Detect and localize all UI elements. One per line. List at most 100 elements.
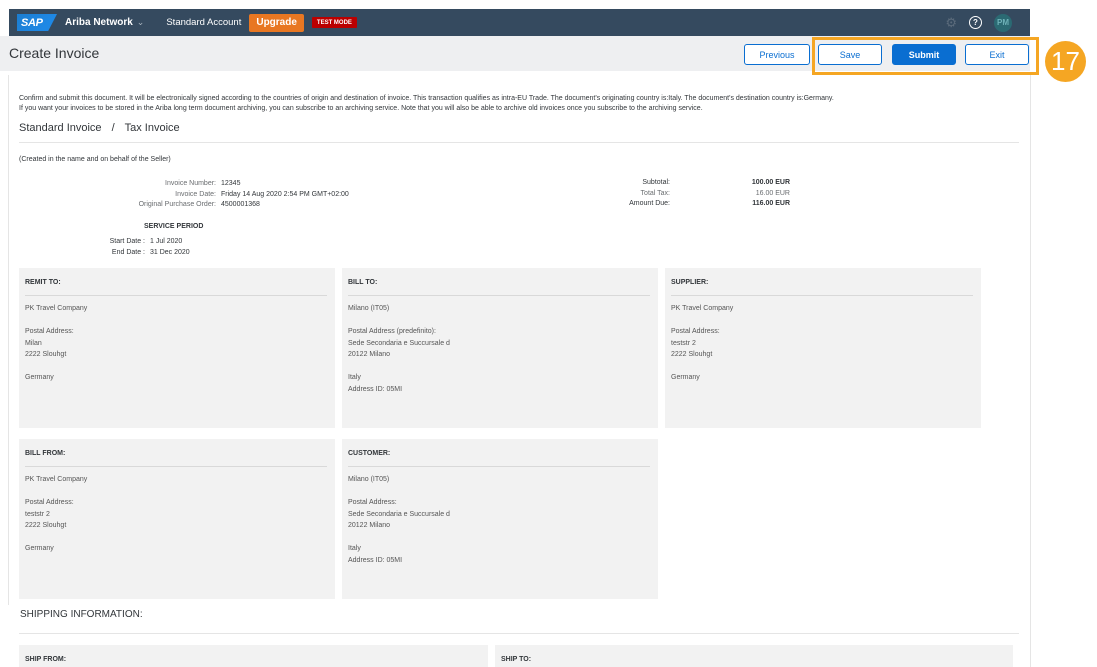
subtotal-value: 100.00 EUR [751,179,790,186]
end-date-label: End Date : [111,248,145,256]
invoice-date-label: Invoice Date: [175,190,216,198]
previous-button[interactable]: Previous [744,44,810,65]
invoice-info: Invoice Number: 12345 Invoice Date: Frid… [100,179,349,211]
bill-to-address-id: Address ID: 05MI [348,385,403,393]
customer-details: Milano (IT05) Postal Address: Sede Secon… [348,474,652,566]
chevron-down-icon[interactable]: ⌄ [137,17,145,28]
remit-to-address-label: Postal Address: [25,328,74,335]
remit-to-address-line-1: Milan [25,339,42,347]
bill-to-details: Milano (IT05) Postal Address (predefinit… [348,303,652,395]
bill-to-title: BILL TO: [348,279,650,296]
bill-to-address-label: Postal Address (predefinito): [348,328,436,335]
ship-to-title: SHIP TO: [501,656,532,663]
end-date-row: End Date : 31 Dec 2020 [80,248,190,259]
bill-to-name: Milano (IT05) [348,305,390,312]
breadcrumb-separator: / [111,122,115,134]
remit-to-country: Germany [25,374,54,381]
bill-from-address-line-1: teststr 2 [25,510,50,518]
supplier-country: Germany [671,374,700,381]
ship-from-card: SHIP FROM: [19,645,488,667]
invoice-date-value: Friday 14 Aug 2020 2:54 PM GMT+02:00 [221,190,349,198]
notice-line-1: Confirm and submit this document. It wil… [19,95,834,102]
customer-country: Italy [348,545,361,552]
purchase-order-value: 4500001368 [221,201,260,208]
page-header: Create Invoice Previous Save Submit Exit [0,36,1030,71]
service-period: Start Date : 1 Jul 2020 End Date : 31 De… [80,237,190,258]
total-tax-value: 16.00 EUR [755,189,790,197]
supplier-card: SUPPLIER: PK Travel Company Postal Addre… [665,268,981,428]
total-tax-row: Total Tax: 16.00 EUR [590,189,790,200]
bill-to-card: BILL TO: Milano (IT05) Postal Address (p… [342,268,658,428]
subtotal-row: Subtotal: 100.00 EUR [590,178,790,189]
customer-address-line-1: Sede Secondaria e Succursale d [348,510,450,518]
invoice-date-row: Invoice Date: Friday 14 Aug 2020 2:54 PM… [100,190,349,201]
remit-to-title: REMIT TO: [25,279,327,296]
shipping-divider [19,633,1019,634]
start-date-value: 1 Jul 2020 [150,238,183,245]
document-type-primary: Standard Invoice [19,122,102,134]
document-type-breadcrumb: Standard Invoice / Tax Invoice [19,122,180,134]
bill-from-address-label: Postal Address: [25,499,74,506]
customer-address-label: Postal Address: [348,499,397,506]
supplier-details: PK Travel Company Postal Address: testst… [671,303,975,384]
shipping-information-title: SHIPPING INFORMATION: [20,609,143,620]
bill-from-title: BILL FROM: [25,450,327,467]
remit-to-address-line-2: 2222 Slouhgt [25,351,67,358]
invoice-totals: Subtotal: 100.00 EUR Total Tax: 16.00 EU… [590,178,790,210]
start-date-label: Start Date : [109,238,145,245]
notice-line-2: If you want your invoices to be stored i… [19,104,703,112]
upgrade-button[interactable]: Upgrade [249,13,304,32]
purchase-order-label: Original Purchase Order: [138,201,216,208]
customer-address-id: Address ID: 05MI [348,556,403,564]
supplier-address-line-2: 2222 Slouhgt [671,351,713,358]
service-period-title: SERVICE PERIOD [144,223,204,230]
page-title: Create Invoice [9,45,100,61]
bill-from-country: Germany [25,545,54,552]
supplier-address-label: Postal Address: [671,328,720,335]
supplier-name: PK Travel Company [671,305,734,312]
customer-address-line-2: 20122 Milano [348,522,391,529]
ship-to-card: SHIP TO: [495,645,1013,667]
help-icon[interactable]: ? [969,16,982,29]
supplier-title: SUPPLIER: [671,279,973,296]
exit-button[interactable]: Exit [965,44,1029,65]
ship-from-title: SHIP FROM: [25,656,67,663]
invoice-number-value: 12345 [221,180,241,187]
sap-logo[interactable]: SAP [17,14,57,31]
bill-to-address-line-1: Sede Secondaria e Succursale d [348,339,450,347]
amount-due-row: Amount Due: 116.00 EUR [590,199,790,210]
top-navigation-bar: SAP Ariba Network ⌄ Standard Account Upg… [9,9,1030,36]
test-mode-badge: TEST MODE [311,17,357,28]
end-date-value: 31 Dec 2020 [150,248,190,256]
remit-to-name: PK Travel Company [25,305,88,312]
content-right-border [1030,75,1031,667]
purchase-order-row: Original Purchase Order: 4500001368 [100,200,349,211]
gear-icon[interactable]: ⚙ [945,15,957,31]
amount-due-value: 116.00 EUR [752,200,790,207]
customer-name: Milano (IT05) [348,476,390,483]
subtotal-label: Subtotal: [642,179,670,186]
remit-to-details: PK Travel Company Postal Address: Milan … [25,303,329,384]
submit-button[interactable]: Submit [892,44,956,65]
invoice-number-row: Invoice Number: 12345 [100,179,349,190]
bill-from-name: PK Travel Company [25,476,88,483]
created-on-behalf-note: (Created in the name and on behalf of th… [19,156,171,163]
user-avatar[interactable]: PM [994,13,1012,32]
save-button[interactable]: Save [818,44,882,65]
bill-from-address-line-2: 2222 Slouhgt [25,522,67,529]
total-tax-label: Total Tax: [640,189,670,197]
bill-to-address-line-2: 20122 Milano [348,351,391,358]
section-divider [19,142,1019,143]
amount-due-label: Amount Due: [629,200,670,207]
app-name-menu[interactable]: Ariba Network [65,17,133,28]
remit-to-card: REMIT TO: PK Travel Company Postal Addre… [19,268,335,428]
invoice-number-label: Invoice Number: [165,180,216,187]
content-left-border [8,75,9,605]
signature-notice: Confirm and submit this document. It wil… [19,94,1019,113]
bill-from-details: PK Travel Company Postal Address: testst… [25,474,329,555]
customer-card: CUSTOMER: Milano (IT05) Postal Address: … [342,439,658,599]
bill-from-card: BILL FROM: PK Travel Company Postal Addr… [19,439,335,599]
account-type-label: Standard Account [166,17,242,28]
customer-title: CUSTOMER: [348,450,650,467]
top-right-icons: ⚙ ? PM [945,13,1012,32]
